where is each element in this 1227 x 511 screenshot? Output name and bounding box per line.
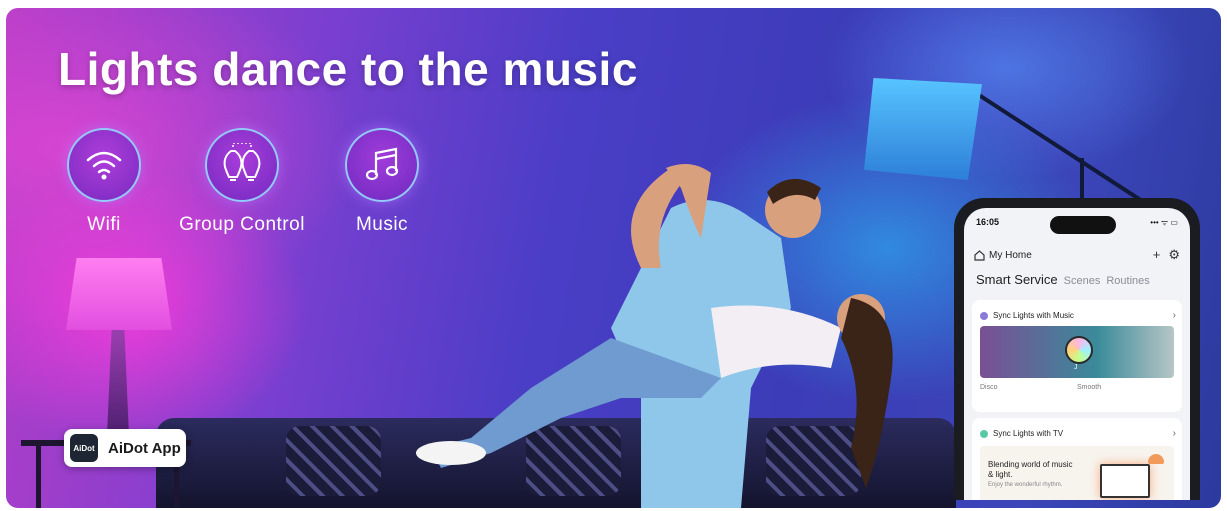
tab-smart-service[interactable]: Smart Service xyxy=(976,272,1058,287)
feature-group-control: Group Control xyxy=(167,128,317,236)
tab-bar: Smart Service Scenes Routines xyxy=(976,272,1150,287)
music-sync-icon xyxy=(980,311,988,320)
music-note-icon xyxy=(345,128,419,202)
tab-scenes[interactable]: Scenes xyxy=(1064,275,1101,287)
phone-screen: 16:05 ••• ᯤ ▭ My Home + ⚙ Smart Service … xyxy=(964,208,1190,500)
tv-subtitle: Blending world of music & light. xyxy=(988,460,1073,479)
bulbs-icon xyxy=(205,128,279,202)
home-icon xyxy=(974,249,985,261)
mode-disco[interactable]: Disco xyxy=(980,384,1077,391)
table-lamp-shade xyxy=(66,258,172,330)
card-sync-tv[interactable]: Sync Lights with TV › Blending world of … xyxy=(972,418,1182,500)
chevron-right-icon[interactable]: › xyxy=(1173,310,1176,321)
status-time: 16:05 xyxy=(976,217,1000,227)
tv-icon xyxy=(1100,464,1150,498)
chevron-right-icon[interactable]: › xyxy=(1173,428,1176,439)
music-visual: J xyxy=(980,326,1174,378)
add-icon[interactable]: + xyxy=(1153,247,1161,263)
wifi-icon xyxy=(67,128,141,202)
app-badge[interactable]: AiDot AiDot App xyxy=(64,429,186,467)
app-name: AiDot App xyxy=(108,439,181,457)
card-sync-music[interactable]: Sync Lights with Music › J Disco Smooth xyxy=(972,300,1182,412)
tv-visual: Blending world of music & light. Enjoy t… xyxy=(980,446,1174,500)
side-table-leg xyxy=(36,446,41,508)
floor-lamp-arm xyxy=(975,92,1155,210)
home-title[interactable]: My Home xyxy=(989,250,1032,261)
aidot-logo-icon: AiDot xyxy=(70,434,98,462)
mode-row: Disco Smooth xyxy=(980,384,1174,391)
headline: Lights dance to the music xyxy=(58,43,638,95)
lamp-icon xyxy=(1148,454,1164,464)
feature-label: Group Control xyxy=(179,214,305,235)
dancing-couple-illustration xyxy=(416,164,893,508)
pillow xyxy=(286,426,381,496)
status-icons: ••• ᯤ ▭ xyxy=(1150,218,1178,227)
settings-icon[interactable]: ⚙ xyxy=(1168,247,1180,263)
card-title: Sync Lights with Music xyxy=(993,311,1074,320)
table-lamp-base xyxy=(106,330,130,440)
tab-routines[interactable]: Routines xyxy=(1106,275,1149,287)
dynamic-island xyxy=(1050,216,1116,234)
disc-icon xyxy=(1065,336,1093,364)
tv-caption: Enjoy the wonderful rhythm. xyxy=(988,482,1063,488)
card-title: Sync Lights with TV xyxy=(993,429,1064,438)
disc-caption: J xyxy=(1074,364,1078,371)
feature-wifi: Wifi xyxy=(29,128,179,236)
mode-smooth[interactable]: Smooth xyxy=(1077,384,1174,391)
home-header: My Home + ⚙ xyxy=(974,247,1180,263)
tv-sync-icon xyxy=(980,429,988,438)
feature-label: Wifi xyxy=(87,214,121,235)
